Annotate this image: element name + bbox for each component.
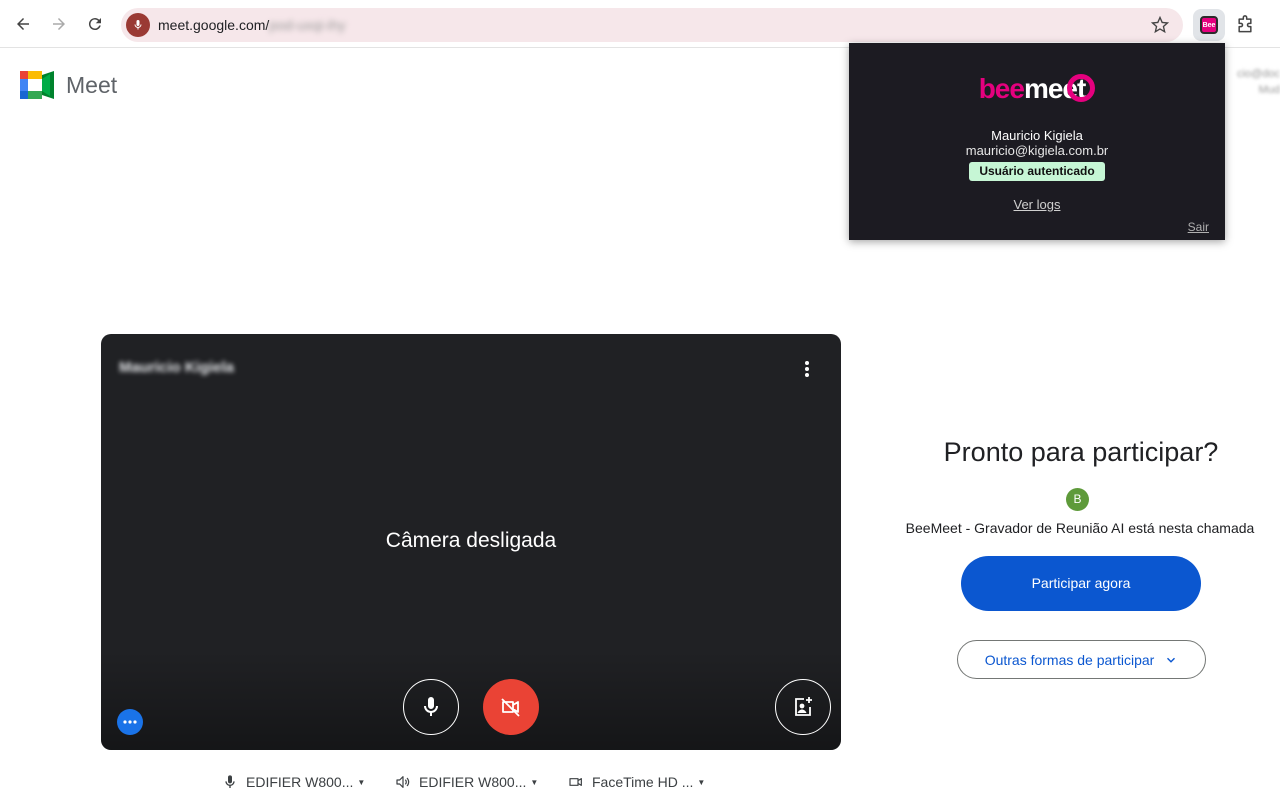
camera-selector[interactable]: FaceTime HD ... ▼ xyxy=(568,774,705,790)
video-preview: Mauricio Kigiela Câmera desligada xyxy=(101,334,841,750)
google-meet-logo-icon xyxy=(20,71,54,99)
participant-name: Mauricio Kigiela xyxy=(119,359,235,376)
account-switch-partial: Mud xyxy=(1258,84,1280,96)
microphone-toggle-button[interactable] xyxy=(403,679,459,735)
speaker-selector-label: EDIFIER W800... xyxy=(419,774,527,790)
beemeet-extension-icon: Bee xyxy=(1200,16,1218,34)
puzzle-icon xyxy=(1238,15,1252,33)
account-info-partial: cio@doc Mud xyxy=(1226,66,1280,98)
caret-down-icon: ▼ xyxy=(530,777,539,787)
chevron-down-icon xyxy=(1167,657,1176,663)
visual-effects-button[interactable] xyxy=(775,679,831,735)
reload-icon xyxy=(88,18,101,31)
logo-ring-icon xyxy=(1067,74,1096,102)
in-call-participants-text: BeeMeet - Gravador de Reunião AI está ne… xyxy=(905,520,1255,536)
auth-status-badge: Usuário autenticado xyxy=(969,162,1105,181)
microphone-selector[interactable]: EDIFIER W800... ▼ xyxy=(222,774,365,790)
speaker-icon xyxy=(396,776,410,788)
more-vertical-icon xyxy=(805,361,809,377)
url-meeting-code: pod-uxqi-ihy xyxy=(269,17,346,33)
camera-off-icon xyxy=(501,698,520,717)
portrait-effects-icon xyxy=(795,697,812,716)
logo-bee: bee xyxy=(978,73,1025,104)
join-now-button[interactable]: Participar agora xyxy=(961,556,1201,611)
ready-to-join-heading: Pronto para participar? xyxy=(943,437,1219,467)
beemeet-extension-popup: beemeet Mauricio Kigiela mauricio@kigiel… xyxy=(849,43,1225,240)
address-bar[interactable]: meet.google.com/pod-uxqi-ihy xyxy=(121,8,1183,42)
meet-title: Meet xyxy=(66,72,118,98)
bookmark-star-icon[interactable] xyxy=(1151,16,1169,34)
video-camera-icon xyxy=(569,778,582,786)
logout-link[interactable]: Sair xyxy=(1188,220,1209,234)
forward-button[interactable] xyxy=(44,9,74,39)
speaker-selector[interactable]: EDIFIER W800... ▼ xyxy=(395,774,538,790)
extensions-menu-button[interactable] xyxy=(1230,10,1260,40)
more-options-button[interactable] xyxy=(117,709,143,735)
caret-down-icon: ▼ xyxy=(357,777,366,787)
more-horizontal-icon xyxy=(123,720,137,724)
participant-avatar: B xyxy=(1066,488,1089,511)
user-email: mauricio@kigiela.com.br xyxy=(965,143,1109,158)
other-ways-to-join-label: Outras formas de participar xyxy=(984,651,1155,668)
beemeet-extension-button[interactable]: Bee xyxy=(1193,9,1225,41)
beemeet-logo: beemeet xyxy=(849,73,1225,105)
user-name: Mauricio Kigiela xyxy=(991,128,1083,143)
site-microphone-indicator[interactable] xyxy=(126,13,150,37)
camera-selector-label: FaceTime HD ... xyxy=(592,774,694,790)
other-ways-to-join-button[interactable]: Outras formas de participar xyxy=(957,640,1206,679)
url-host: meet.google.com/ xyxy=(158,17,270,33)
microphone-icon xyxy=(424,697,438,716)
caret-down-icon: ▼ xyxy=(697,777,706,787)
microphone-icon xyxy=(134,20,142,30)
account-email-partial: cio@doc xyxy=(1237,68,1280,80)
camera-toggle-button[interactable] xyxy=(483,679,539,735)
camera-off-label: Câmera desligada xyxy=(385,529,557,552)
microphone-icon xyxy=(225,775,235,788)
video-options-button[interactable] xyxy=(797,356,817,382)
url-text: meet.google.com/pod-uxqi-ihy xyxy=(158,17,346,33)
browser-toolbar: meet.google.com/pod-uxqi-ihy Bee xyxy=(0,0,1280,48)
view-logs-link[interactable]: Ver logs xyxy=(849,197,1225,212)
arrow-left-icon xyxy=(17,18,29,30)
back-button[interactable] xyxy=(8,9,38,39)
arrow-right-icon xyxy=(53,18,65,30)
microphone-selector-label: EDIFIER W800... xyxy=(246,774,354,790)
reload-button[interactable] xyxy=(80,9,110,39)
